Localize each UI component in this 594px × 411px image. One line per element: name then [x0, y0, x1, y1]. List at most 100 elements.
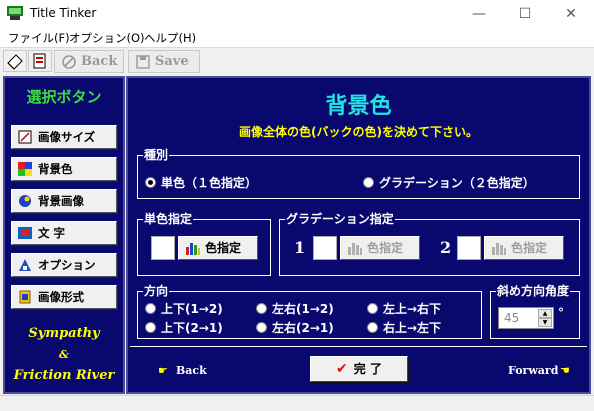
radio-label: 左右(1→2): [272, 302, 334, 316]
direction-group: 方向 上下(1→2) 左右(1→2) 左上→右下 上下(2→1) 左右(2→1)…: [137, 284, 482, 339]
color-pick-label: 色指定: [205, 241, 242, 255]
text-icon: [18, 227, 32, 239]
forward-arrow-icon: ☚: [560, 364, 570, 377]
gradient-color-2-swatch: [457, 236, 481, 260]
open-button[interactable]: [3, 50, 27, 72]
radio-label: 右上→左下: [383, 321, 442, 335]
sidebar-item-label: 背景色: [38, 162, 73, 176]
floppy-disk-icon: [136, 55, 150, 69]
prohibited-icon: [62, 55, 76, 69]
selection-panel: 選択ボタン 画像サイズ 背景色 背景画像 文 字 オプション 画像形式 Symp…: [3, 76, 125, 394]
gradient-group: グラデーション指定 1 色指定 2 色指定: [279, 212, 580, 276]
credit-ampersand: &: [59, 348, 69, 361]
angle-value: 45: [504, 311, 520, 325]
menu-options[interactable]: オプション(O): [69, 30, 145, 46]
color-pick-label: 色指定: [511, 241, 548, 255]
direction-top-bottom-1-2[interactable]: 上下(1→2): [145, 300, 223, 317]
app-icon: [7, 6, 23, 20]
radio-label: 上下(2→1): [161, 321, 223, 335]
gradient-color-2-pick-button[interactable]: 色指定: [484, 236, 564, 260]
eraser-icon: [7, 54, 23, 70]
sidebar-item-label: 文 字: [38, 226, 66, 240]
direction-group-label: 方向: [143, 284, 170, 298]
checkmark-icon: ✔: [336, 361, 348, 377]
radio-indicator: [367, 322, 378, 333]
radio-indicator: [363, 177, 374, 188]
background-image-icon: [19, 195, 31, 207]
radio-single-color[interactable]: 単色（１色指定）: [145, 174, 257, 191]
image-size-icon: [18, 130, 32, 144]
color-pick-label: 色指定: [367, 241, 404, 255]
radio-label: グラデーション（２色指定）: [379, 176, 535, 190]
toolbar: Back Save: [0, 47, 594, 74]
direction-topleft-bottomright[interactable]: 左上→右下: [367, 300, 441, 317]
sidebar-item-label: オプション: [38, 258, 96, 272]
single-color-swatch: [151, 236, 175, 260]
type-group-label: 種別: [143, 148, 170, 162]
credit-line-1: Sympathy: [28, 326, 100, 341]
radio-label: 上下(1→2): [161, 302, 223, 316]
radio-indicator: [145, 322, 156, 333]
gradient-color-1-swatch: [313, 236, 337, 260]
menu-file[interactable]: ファイル(F): [8, 30, 70, 46]
single-color-group-label: 単色指定: [143, 212, 194, 226]
type-group: 種別 単色（１色指定） グラデーション（２色指定）: [137, 148, 580, 199]
maximize-button[interactable]: ☐: [502, 0, 548, 28]
gradient-color-1-pick-button[interactable]: 色指定: [340, 236, 420, 260]
minimize-button[interactable]: —: [456, 0, 502, 28]
paint-bars-icon: [348, 243, 362, 255]
angle-spinbox[interactable]: 45 ▲ ▼: [498, 307, 554, 329]
sidebar-item-background-color[interactable]: 背景色: [11, 157, 117, 181]
back-label: Back: [81, 54, 118, 69]
radio-gradient[interactable]: グラデーション（２色指定）: [363, 174, 535, 191]
image-format-icon: [19, 290, 31, 304]
direction-left-right-1-2[interactable]: 左右(1→2): [256, 300, 334, 317]
sidebar-item-background-image[interactable]: 背景画像: [11, 189, 117, 213]
sidebar-item-image-size[interactable]: 画像サイズ: [11, 125, 117, 149]
document-save-icon: [33, 53, 46, 69]
sidebar-item-options[interactable]: オプション: [11, 253, 117, 277]
sidebar-item-image-format[interactable]: 画像形式: [11, 285, 117, 309]
radio-indicator: [145, 303, 156, 314]
radio-label: 左上→右下: [383, 302, 442, 316]
paint-bars-icon: [492, 243, 506, 255]
direction-top-bottom-2-1[interactable]: 上下(2→1): [145, 319, 223, 336]
title-bar: Title Tinker — ☐ ✕: [0, 0, 594, 28]
gradient-color-1-number: 1: [294, 238, 306, 257]
paint-bars-icon: [186, 243, 200, 255]
status-bar: [0, 395, 594, 411]
direction-topright-bottomleft[interactable]: 右上→左下: [367, 319, 441, 336]
spin-up-button[interactable]: ▲: [538, 309, 552, 318]
spin-down-button[interactable]: ▼: [538, 318, 552, 327]
sidebar-item-label: 画像サイズ: [38, 130, 96, 144]
sidebar-item-text[interactable]: 文 字: [11, 221, 117, 245]
angle-unit: °: [558, 306, 564, 320]
back-arrow-icon: ☛: [158, 364, 168, 377]
radio-indicator: [256, 322, 267, 333]
direction-left-right-2-1[interactable]: 左右(2→1): [256, 319, 334, 336]
radio-label: 単色（１色指定）: [161, 176, 258, 190]
page-subtitle: 画像全体の色(バックの色)を決めて下さい。: [239, 125, 478, 139]
save-file-button[interactable]: [28, 50, 52, 72]
sidebar-item-label: 背景画像: [38, 194, 84, 208]
done-button[interactable]: ✔ 完 了: [310, 356, 408, 382]
selection-panel-title: 選択ボタン: [26, 88, 102, 106]
menu-help[interactable]: ヘルプ(H): [144, 30, 196, 46]
single-color-pick-button[interactable]: 色指定: [178, 236, 258, 260]
credit-line-2: Friction River: [13, 368, 115, 383]
radio-indicator: [367, 303, 378, 314]
window-title: Title Tinker: [30, 6, 97, 20]
close-button[interactable]: ✕: [548, 0, 594, 28]
menu-bar: ファイル(F) オプション(O) ヘルプ(H): [0, 28, 594, 47]
gradient-color-2-number: 2: [440, 238, 452, 257]
nav-back-link[interactable]: Back: [176, 364, 207, 377]
save-button[interactable]: Save: [128, 50, 200, 73]
nav-forward-link[interactable]: Forward: [508, 364, 558, 377]
radio-indicator: [145, 177, 156, 188]
single-color-group: 単色指定 色指定: [137, 212, 271, 276]
back-button[interactable]: Back: [54, 50, 124, 73]
radio-label: 左右(2→1): [272, 321, 334, 335]
divider: [130, 346, 587, 347]
background-color-panel: 背景色 画像全体の色(バックの色)を決めて下さい。 種別 単色（１色指定） グラ…: [126, 76, 591, 394]
save-label: Save: [155, 54, 189, 69]
